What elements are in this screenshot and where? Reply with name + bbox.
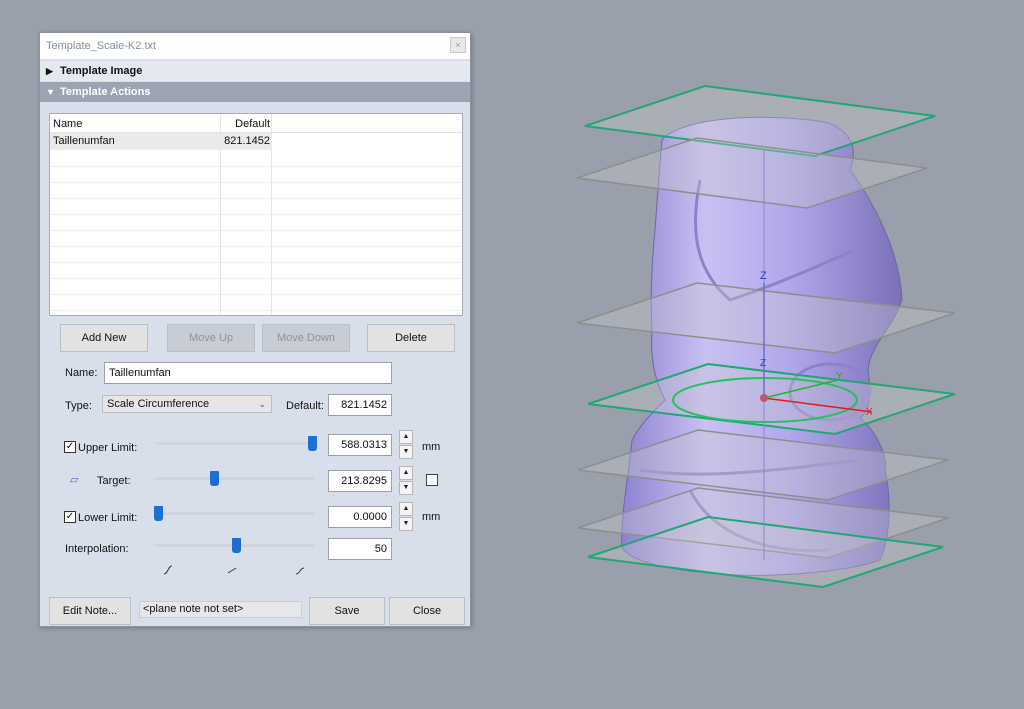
lower-limit-field[interactable]: 0.0000: [328, 506, 392, 528]
row-name-cell: Taillenumfan: [53, 135, 115, 147]
actions-table[interactable]: Name Default Taillenumfan 821.1452: [49, 113, 463, 316]
lower-limit-spin-down[interactable]: ▼: [399, 517, 413, 531]
upper-limit-slider-track[interactable]: [155, 442, 315, 445]
lower-limit-slider-thumb[interactable]: [154, 506, 163, 521]
name-label: Name:: [65, 367, 98, 379]
lower-limit-spin-up[interactable]: ▲: [399, 502, 413, 516]
interpolation-field[interactable]: 50: [328, 538, 392, 560]
chevron-down-icon: ⌄: [258, 399, 266, 409]
lower-limit-unit: mm: [422, 511, 441, 523]
target-field[interactable]: 213.8295: [328, 470, 392, 492]
interpolation-slider-thumb[interactable]: [232, 538, 241, 553]
close-icon[interactable]: ×: [450, 37, 466, 53]
expand-arrow-icon: ▶: [46, 66, 53, 76]
plane-note-field: <plane note not set>: [139, 601, 302, 618]
section-label: Template Actions: [60, 86, 151, 98]
section-template-actions[interactable]: ▼ Template Actions: [40, 82, 470, 102]
upper-limit-label: Upper Limit:: [78, 442, 138, 454]
type-select[interactable]: Scale Circumference ⌄: [102, 395, 272, 413]
y-axis-label: Y: [836, 371, 843, 382]
z-axis-label-local: Z: [760, 358, 766, 369]
interpolation-label: Interpolation:: [65, 543, 129, 555]
edit-note-button[interactable]: Edit Note...: [49, 597, 131, 625]
curve-ease-out-icon: [295, 567, 305, 575]
curve-ease-in-icon: [163, 565, 173, 575]
lower-limit-label: Lower Limit:: [78, 512, 138, 524]
add-new-button[interactable]: Add New: [60, 324, 148, 352]
target-checkbox[interactable]: [426, 474, 438, 486]
save-button[interactable]: Save: [309, 597, 385, 625]
move-down-button[interactable]: Move Down: [262, 324, 350, 352]
section-template-image[interactable]: ▶ Template Image: [40, 61, 470, 81]
upper-limit-checkbox[interactable]: ✓: [64, 441, 76, 453]
interpolation-curve-icons: [163, 565, 305, 575]
delete-button[interactable]: Delete: [367, 324, 455, 352]
upper-limit-field[interactable]: 588.0313: [328, 434, 392, 456]
upper-limit-unit: mm: [422, 441, 441, 453]
window-title: Template_Scale-K2.txt: [46, 40, 157, 52]
target-spin-down[interactable]: ▼: [399, 481, 413, 495]
row-default-cell: 821.1452: [224, 135, 270, 147]
column-header-default[interactable]: Default: [220, 118, 270, 130]
name-field[interactable]: Taillenumfan: [104, 362, 392, 384]
upper-limit-spin-down[interactable]: ▼: [399, 445, 413, 459]
target-spin-up[interactable]: ▲: [399, 466, 413, 480]
target-label: Target:: [97, 475, 131, 487]
axis-origin: [760, 394, 768, 402]
curve-linear-icon: [227, 567, 237, 574]
column-header-name[interactable]: Name: [53, 118, 82, 130]
collapse-arrow-icon: ▼: [46, 87, 55, 97]
upper-limit-slider-thumb[interactable]: [308, 436, 317, 451]
upper-limit-spin-up[interactable]: ▲: [399, 430, 413, 444]
table-row[interactable]: Taillenumfan 821.1452: [50, 133, 272, 150]
lower-limit-checkbox[interactable]: ✓: [64, 511, 76, 523]
template-dialog: Template_Scale-K2.txt × ▶ Template Image…: [39, 32, 471, 627]
target-plane-icon: ▱: [70, 474, 79, 486]
section-label: Template Image: [60, 65, 143, 77]
type-select-value: Scale Circumference: [107, 398, 210, 410]
z-axis-label: Z: [760, 270, 767, 282]
table-header: Name Default: [50, 114, 462, 133]
plane-2[interactable]: [576, 137, 928, 209]
move-up-button[interactable]: Move Up: [167, 324, 255, 352]
close-button[interactable]: Close: [389, 597, 465, 625]
target-slider-track[interactable]: [155, 477, 315, 480]
default-field[interactable]: 821.1452: [328, 394, 392, 416]
lower-limit-slider-track[interactable]: [155, 512, 315, 515]
type-label: Type:: [65, 400, 92, 412]
target-slider-thumb[interactable]: [210, 471, 219, 486]
default-label: Default:: [286, 400, 324, 412]
x-axis-label: X: [866, 407, 873, 418]
title-bar[interactable]: Template_Scale-K2.txt ×: [40, 33, 470, 59]
